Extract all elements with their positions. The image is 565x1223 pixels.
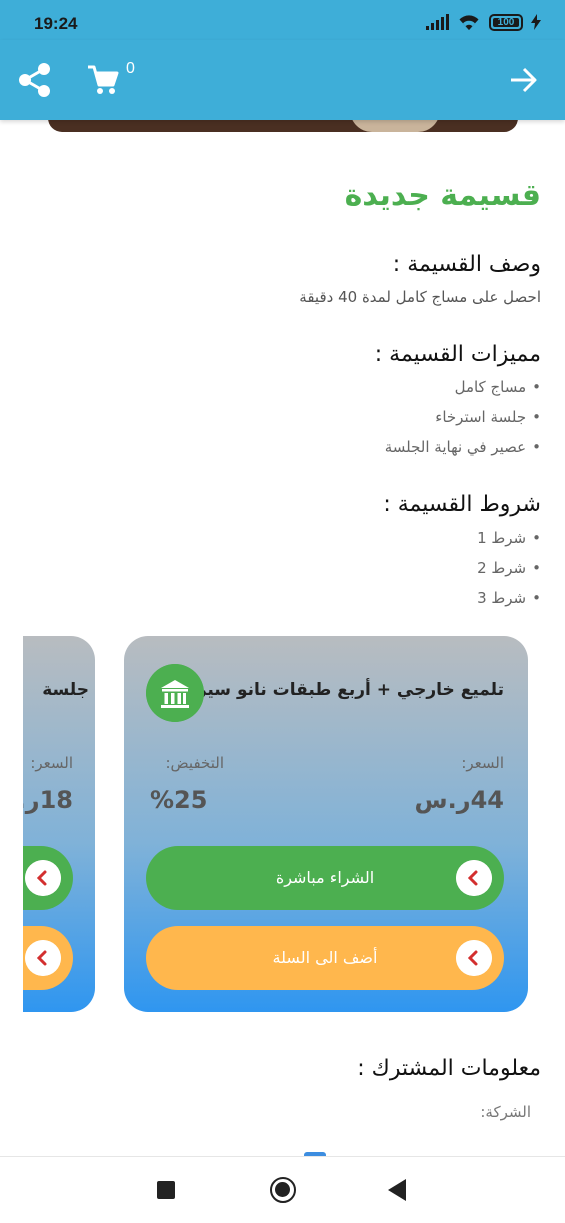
status-time: 19:24	[34, 14, 78, 33]
chevron-icon	[456, 860, 492, 896]
subscriber-heading: معلومات المشترك :	[357, 1056, 541, 1081]
chevron-icon	[25, 860, 61, 896]
price-label: السعر:	[461, 754, 504, 772]
share-icon[interactable]	[16, 61, 54, 99]
buy-now-button[interactable]	[23, 846, 73, 910]
recents-icon[interactable]	[157, 1181, 175, 1199]
list-item: شرط 1	[477, 523, 541, 553]
home-icon[interactable]	[270, 1177, 296, 1203]
package-name: تلميع خارجي + أربع طبقات نانو سيراميك	[157, 680, 504, 700]
company-label: الشركة:	[480, 1103, 531, 1121]
battery-icon: 100	[489, 13, 523, 31]
price-label: السعر:	[30, 754, 73, 772]
price-value: 18ر.س	[23, 786, 73, 814]
navigation-bar	[0, 1156, 565, 1223]
add-to-cart-label: أضف الى السلة	[272, 948, 378, 967]
package-card[interactable]: تلميع خارجي + أربع طبقات نانو سيراميك ال…	[124, 636, 528, 1012]
discount-value: %25	[150, 786, 208, 814]
package-card-partial[interactable]: جلسة السعر: 18ر.س	[23, 636, 95, 1012]
wifi-icon	[459, 15, 479, 30]
chevron-icon	[25, 940, 61, 976]
description-text: احصل على مساج كامل لمدة 40 دقيقة	[299, 288, 541, 306]
app-bar: 0	[0, 40, 565, 120]
list-item: عصير في نهاية الجلسة	[385, 432, 541, 462]
list-item: جلسة استرخاء	[385, 402, 541, 432]
battery-text: 100	[497, 16, 515, 28]
add-to-cart-button[interactable]	[23, 926, 73, 990]
description-heading: وصف القسيمة :	[392, 252, 541, 277]
list-item: شرط 2	[477, 553, 541, 583]
cart-count: 0	[126, 60, 135, 77]
signal-icon	[426, 14, 449, 30]
add-to-cart-button[interactable]: أضف الى السلة	[146, 926, 504, 990]
arrow-right-icon[interactable]	[509, 64, 539, 96]
package-name: جلسة	[42, 680, 89, 700]
buy-now-label: الشراء مباشرة	[275, 868, 375, 887]
cart-icon[interactable]	[86, 62, 120, 96]
chevron-icon	[456, 940, 492, 976]
bank-icon	[146, 664, 204, 722]
buy-now-button[interactable]: الشراء مباشرة	[146, 846, 504, 910]
price-value: 44ر.س	[414, 786, 504, 814]
features-list: مساج كامل جلسة استرخاء عصير في نهاية الج…	[385, 372, 541, 462]
page-title: قسيمة جديدة	[344, 178, 541, 213]
status-icons: 100	[426, 12, 541, 32]
status-bar: 19:24 100	[0, 0, 565, 40]
list-item: شرط 3	[477, 583, 541, 613]
conditions-list: شرط 1 شرط 2 شرط 3	[477, 523, 541, 613]
features-heading: مميزات القسيمة :	[374, 342, 541, 367]
list-item: مساج كامل	[385, 372, 541, 402]
charging-icon	[531, 14, 541, 30]
conditions-heading: شروط القسيمة :	[383, 492, 541, 517]
discount-label: التخفيض:	[165, 754, 225, 772]
back-icon[interactable]	[388, 1179, 406, 1201]
